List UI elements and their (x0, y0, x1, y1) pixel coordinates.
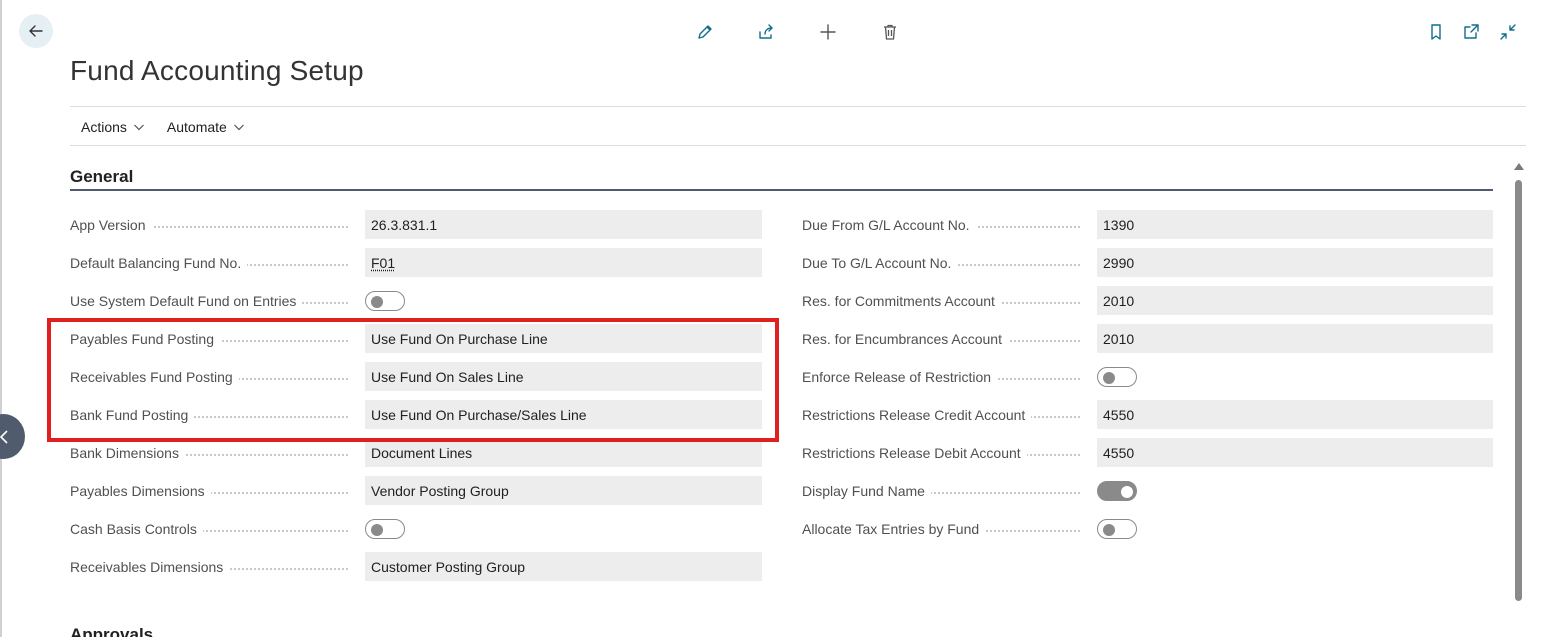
field-label: Payables Fund Posting (70, 330, 220, 347)
field-label: Allocate Tax Entries by Fund (802, 520, 986, 537)
page-title: Fund Accounting Setup (70, 55, 364, 86)
bank-fund-posting-value[interactable]: Use Fund On Purchase/Sales Line (365, 400, 762, 429)
field-label: Res. for Encumbrances Account (802, 330, 1008, 347)
field-label: Bank Dimensions (70, 444, 185, 461)
app-version-value[interactable]: 26.3.831.1 (365, 210, 762, 239)
new-button[interactable] (816, 20, 840, 44)
collapse-button[interactable] (1496, 20, 1520, 44)
field-bank-fund-posting: Bank Fund Posting Use Fund On Purchase/S… (70, 400, 762, 438)
field-display-fund-name: Display Fund Name (802, 476, 1493, 514)
field-label: Due From G/L Account No. (802, 216, 976, 233)
share-icon (759, 24, 773, 39)
general-left-column: App Version 26.3.831.1 Default Balancing… (70, 210, 762, 590)
field-due-from-gl: Due From G/L Account No. 1390 (802, 210, 1493, 248)
field-label: Cash Basis Controls (70, 520, 203, 537)
res-encumbrances-value[interactable]: 2010 (1097, 324, 1493, 353)
side-panel-toggle[interactable] (0, 414, 25, 459)
field-label: Receivables Dimensions (70, 558, 230, 575)
actions-menu-label: Actions (81, 119, 127, 135)
automate-menu[interactable]: Automate (156, 110, 256, 144)
due-to-gl-value[interactable]: 2990 (1097, 248, 1493, 277)
payables-dimensions-value[interactable]: Vendor Posting Group (365, 476, 762, 505)
field-label: Enforce Release of Restriction (802, 368, 998, 385)
action-menu-bar: Actions Automate (70, 110, 256, 144)
receivables-fund-posting-value[interactable]: Use Fund On Sales Line (365, 362, 762, 391)
allocate-tax-toggle[interactable] (1097, 518, 1137, 539)
collapse-icon (1500, 24, 1516, 40)
chevron-left-icon (0, 429, 8, 444)
field-label: Bank Fund Posting (70, 406, 195, 423)
field-default-balancing-fund: Default Balancing Fund No. F01 (70, 248, 762, 286)
field-cash-basis-controls: Cash Basis Controls (70, 514, 762, 552)
field-payables-fund-posting: Payables Fund Posting Use Fund On Purcha… (70, 324, 762, 362)
bookmark-icon (1431, 24, 1441, 40)
field-label: Display Fund Name (802, 482, 931, 499)
new-plus-icon (820, 24, 836, 40)
share-button[interactable] (754, 20, 778, 44)
display-fund-name-toggle[interactable] (1097, 480, 1137, 501)
scroll-up-arrow[interactable] (1514, 163, 1524, 170)
field-label: Due To G/L Account No. (802, 254, 958, 271)
field-release-debit: Restrictions Release Debit Account 4550 (802, 438, 1493, 476)
open-in-new-window-button[interactable] (1459, 20, 1483, 44)
field-payables-dimensions: Payables Dimensions Vendor Posting Group (70, 476, 762, 514)
field-app-version: App Version 26.3.831.1 (70, 210, 762, 248)
use-system-default-fund-toggle[interactable] (365, 290, 405, 311)
delete-button[interactable] (878, 20, 902, 44)
field-label: Use System Default Fund on Entries (70, 292, 303, 309)
field-receivables-dimensions: Receivables Dimensions Customer Posting … (70, 552, 762, 590)
page-action-bar (0, 20, 1543, 44)
field-label: App Version (70, 216, 152, 233)
default-balancing-fund-value[interactable]: F01 (365, 248, 762, 277)
field-label: Default Balancing Fund No. (70, 254, 248, 271)
edit-pencil-icon (698, 25, 712, 39)
general-section-title[interactable]: General (70, 167, 133, 187)
field-bank-dimensions: Bank Dimensions Document Lines (70, 438, 762, 476)
field-label: Res. for Commitments Account (802, 292, 1001, 309)
field-release-credit: Restrictions Release Credit Account 4550 (802, 400, 1493, 438)
chevron-down-icon (233, 124, 244, 131)
field-enforce-release: Enforce Release of Restriction (802, 362, 1493, 400)
field-label: Receivables Fund Posting (70, 368, 239, 385)
res-commitments-value[interactable]: 2010 (1097, 286, 1493, 315)
window-left-edge (0, 0, 2, 637)
release-debit-value[interactable]: 4550 (1097, 438, 1493, 467)
field-label: Payables Dimensions (70, 482, 211, 499)
field-allocate-tax: Allocate Tax Entries by Fund (802, 514, 1493, 552)
approvals-section-title[interactable]: Approvals (70, 625, 153, 637)
field-label: Restrictions Release Credit Account (802, 406, 1032, 423)
release-credit-value[interactable]: 4550 (1097, 400, 1493, 429)
bank-dimensions-value[interactable]: Document Lines (365, 438, 762, 467)
open-new-window-icon (1464, 24, 1479, 39)
chevron-down-icon (133, 124, 144, 131)
payables-fund-posting-value[interactable]: Use Fund On Purchase Line (365, 324, 762, 353)
general-section-rule (70, 189, 1493, 191)
field-receivables-fund-posting: Receivables Fund Posting Use Fund On Sal… (70, 362, 762, 400)
cash-basis-controls-toggle[interactable] (365, 518, 405, 539)
bookmark-button[interactable] (1424, 20, 1448, 44)
field-due-to-gl: Due To G/L Account No. 2990 (802, 248, 1493, 286)
field-res-commitments: Res. for Commitments Account 2010 (802, 286, 1493, 324)
field-use-system-default-fund: Use System Default Fund on Entries (70, 286, 762, 324)
enforce-release-toggle[interactable] (1097, 366, 1137, 387)
field-label: Restrictions Release Debit Account (802, 444, 1027, 461)
actions-menu[interactable]: Actions (70, 110, 156, 144)
title-divider (70, 106, 1526, 107)
receivables-dimensions-value[interactable]: Customer Posting Group (365, 552, 762, 581)
delete-trash-icon (884, 24, 896, 40)
edit-button[interactable] (693, 20, 717, 44)
due-from-gl-value[interactable]: 1390 (1097, 210, 1493, 239)
scrollbar-thumb[interactable] (1515, 180, 1522, 601)
field-res-encumbrances: Res. for Encumbrances Account 2010 (802, 324, 1493, 362)
automate-menu-label: Automate (166, 119, 227, 135)
menu-divider (70, 145, 1526, 146)
general-right-column: Due From G/L Account No. 1390 Due To G/L… (802, 210, 1493, 552)
